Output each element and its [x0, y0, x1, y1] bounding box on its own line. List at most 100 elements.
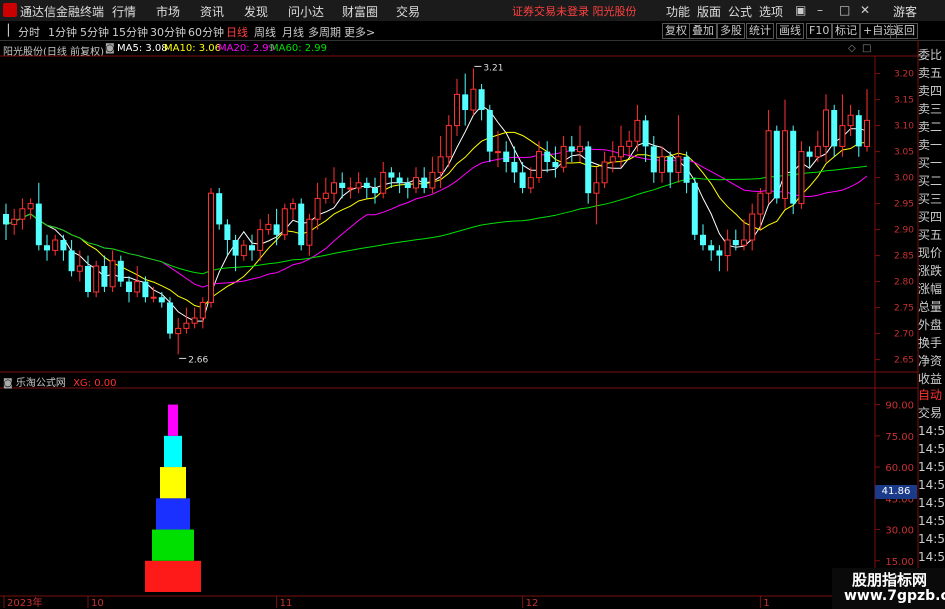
indicator-settings-icon[interactable]: ◙ [3, 378, 13, 389]
candle [691, 177, 698, 240]
indicator-block [168, 404, 178, 436]
indicator-name[interactable]: 乐淘公式网 [16, 378, 66, 389]
y-tick-label: 2.95 [894, 200, 914, 210]
candle-body [568, 146, 575, 152]
candle-body [683, 156, 690, 183]
close-icon[interactable]: ✕ [860, 3, 870, 17]
candle-body [798, 151, 805, 205]
tool-overlay[interactable]: 叠加 [689, 23, 717, 39]
candlestick-chart[interactable]: 3.20 3.15 3.10 3.05 3.00 2.95 2.90 2.85 2.80 2.75… [0, 0, 945, 609]
expand-icon[interactable]: □ [862, 43, 871, 54]
quote-label: 总量 [918, 300, 943, 314]
menu-wealth[interactable]: 财富圈 [342, 3, 378, 20]
candle [798, 141, 805, 209]
tool-mark[interactable]: 标记 [832, 23, 860, 39]
menu-market-center[interactable]: 市场 [156, 3, 180, 20]
candle [175, 318, 182, 355]
candle [314, 182, 321, 230]
auto-trade-label[interactable]: 自动 [918, 386, 945, 404]
quote-label: 卖二 [918, 120, 943, 134]
settings-icon[interactable]: ◙ [105, 43, 115, 54]
app-title: 通达信金融终端 [20, 5, 105, 19]
candle [462, 73, 469, 126]
period-monthly[interactable]: 月线 [282, 24, 304, 40]
y-tick-label: 30.00 [885, 526, 914, 537]
candle [470, 68, 477, 116]
tool-draw[interactable]: 画线 [776, 23, 804, 39]
tool-multi-stock[interactable]: 多股 [717, 23, 745, 39]
menu-discover[interactable]: 发现 [244, 3, 268, 20]
period-daily[interactable]: 日线 [226, 24, 248, 40]
candle-body [44, 245, 50, 251]
period-30min[interactable]: 30分钟 [150, 24, 186, 40]
candle [552, 146, 559, 178]
candle [454, 78, 460, 136]
candle-body [445, 125, 452, 158]
ma20-line [5, 148, 868, 288]
tool-stats[interactable]: 统计 [746, 23, 774, 39]
candle-body [85, 266, 91, 292]
candle-body [126, 281, 132, 292]
tool-back[interactable]: 返回 [890, 23, 918, 39]
candle-body [855, 115, 862, 147]
period-60min[interactable]: 60分钟 [188, 24, 224, 40]
candle-body [404, 182, 411, 188]
period-timeshare-icon: ▏ [8, 24, 17, 37]
tool-f10[interactable]: F10 [806, 23, 833, 39]
skin-icon[interactable]: ▣ [795, 3, 806, 17]
y-tick-label: 3.15 [894, 96, 914, 106]
candle [495, 130, 501, 168]
candle-body [347, 187, 354, 190]
menu-news[interactable]: 资讯 [200, 3, 224, 20]
period-15min[interactable]: 15分钟 [112, 24, 148, 40]
tool-adjust[interactable]: 复权 [662, 23, 690, 39]
trade-label[interactable]: 交易 [918, 404, 945, 422]
period-weekly[interactable]: 周线 [254, 24, 276, 40]
stock-title[interactable]: 阳光股份(日线 前复权) [3, 43, 104, 58]
candle-body [429, 171, 436, 189]
candle [445, 115, 452, 168]
candle [249, 234, 255, 261]
diamond-icon[interactable]: ◇ [848, 43, 856, 54]
guest-label[interactable]: 游客 [893, 3, 917, 20]
quote-label: 卖四 [918, 84, 943, 98]
candle-body [757, 192, 764, 215]
candle [232, 234, 239, 272]
menu-trade[interactable]: 交易 [396, 3, 420, 20]
y-tick-label: 2.65 [894, 356, 914, 366]
candle-body [478, 89, 485, 110]
period-5min[interactable]: 5分钟 [80, 24, 109, 40]
period-bar: ▏ 分时 1分钟 5分钟 15分钟 30分钟 60分钟 日线 周线 月线 多周期… [0, 21, 945, 41]
candle-body [544, 151, 551, 162]
minimize-icon[interactable]: – [817, 3, 823, 17]
candle [806, 146, 813, 168]
candle [183, 307, 190, 334]
indicator-block [145, 560, 201, 592]
login-notice[interactable]: 证券交易未登录 阳光股份 [512, 3, 637, 19]
quote-label: 卖五 [918, 66, 943, 80]
trade-time: 14:56 [918, 532, 945, 546]
ma10-label: MA10: 3.06 [164, 43, 222, 54]
menu-market[interactable]: 行情 [112, 3, 136, 20]
candle [708, 240, 715, 261]
menu-formula[interactable]: 公式 [728, 3, 752, 20]
period-timeshare[interactable]: 分时 [18, 24, 40, 40]
menu-ask[interactable]: 问小达 [288, 3, 324, 20]
period-1min[interactable]: 1分钟 [48, 24, 77, 40]
candle [3, 203, 9, 240]
period-multi[interactable]: 多周期 [308, 24, 341, 40]
y-tick-label: 75.00 [885, 432, 914, 443]
candle-body [437, 156, 444, 173]
quote-label: 外盘 [918, 318, 943, 332]
y-tick-label: 2.75 [894, 304, 914, 314]
indicator-header: ◙ 乐淘公式网 XG: 0.00 [3, 374, 117, 389]
maximize-icon[interactable]: □ [839, 3, 850, 17]
candle [388, 167, 395, 188]
menu-options[interactable]: 选项 [759, 3, 783, 20]
candle-body [175, 327, 182, 335]
menu-function[interactable]: 功能 [666, 3, 690, 20]
current-value-marker: 41.86 [875, 485, 917, 499]
candle-body [109, 260, 116, 288]
period-more[interactable]: 更多> [344, 24, 375, 40]
menu-layout[interactable]: 版面 [697, 3, 721, 20]
